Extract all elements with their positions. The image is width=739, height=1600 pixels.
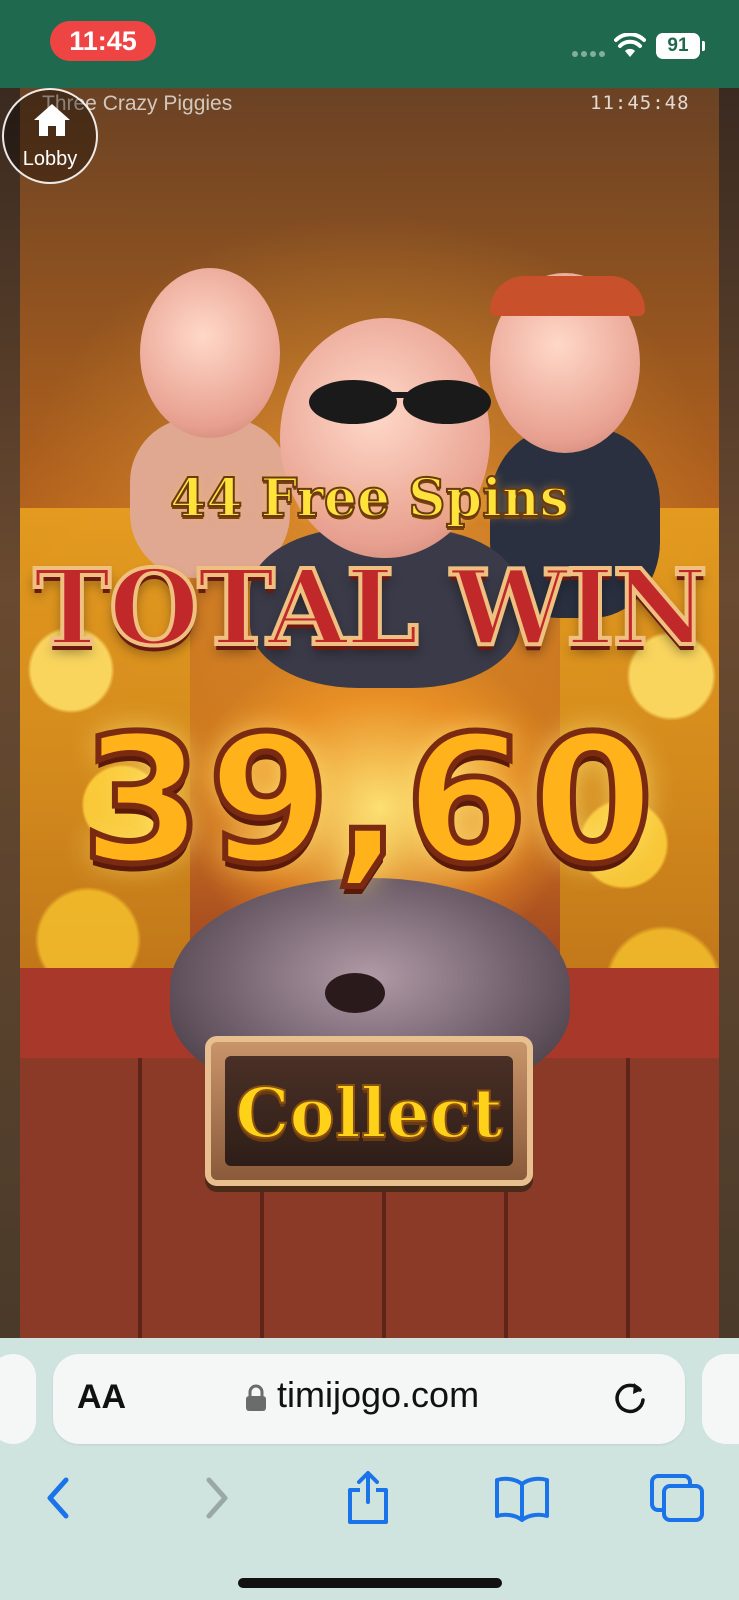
phone-screen: 11:45 91 Three Crazy Piggies 11:45:48 Lo…: [0, 0, 739, 1600]
collect-button-plate: Collect: [225, 1056, 513, 1166]
home-icon: [34, 104, 70, 136]
url-text: timijogo.com: [277, 1374, 480, 1415]
cellular-signal-icon: [572, 51, 606, 57]
lobby-button[interactable]: Lobby: [2, 88, 98, 184]
collect-button[interactable]: Collect: [205, 1036, 533, 1186]
text-size-button[interactable]: AA: [77, 1378, 126, 1418]
next-tab-preview[interactable]: [702, 1354, 739, 1444]
status-bar: 11:45 91: [0, 0, 739, 88]
previous-tab-preview[interactable]: [0, 1354, 36, 1444]
text-size-label: AA: [77, 1378, 127, 1416]
lobby-label: Lobby: [22, 148, 78, 170]
wifi-icon: [614, 33, 646, 57]
book-icon[interactable]: [492, 1470, 552, 1526]
home-indicator[interactable]: [238, 1578, 502, 1588]
tabs-icon[interactable]: [648, 1470, 708, 1526]
game-clock: 11:45:48: [590, 92, 690, 114]
game-viewport: Three Crazy Piggies 11:45:48 Lobby 44 Fr…: [0, 88, 739, 1338]
browser-address-area: AA timijogo.com: [0, 1338, 739, 1450]
sunglasses-icon: [309, 380, 491, 424]
lock-icon: [246, 1384, 266, 1411]
wolf-nose: [325, 973, 385, 1013]
free-spins-text: 44 Free Spins: [169, 467, 570, 530]
collect-label: Collect: [234, 1073, 503, 1155]
pig-bandana: [490, 276, 645, 316]
chevron-right-icon[interactable]: [185, 1470, 245, 1526]
chevron-left-icon[interactable]: [30, 1470, 90, 1526]
status-time: 11:45: [50, 21, 156, 61]
win-amount: 39,60: [78, 695, 658, 906]
reload-icon[interactable]: [610, 1378, 650, 1418]
battery-indicator: 91: [656, 33, 705, 59]
browser-toolbar: [0, 1450, 739, 1600]
pig-left-character: [140, 268, 280, 438]
total-win-title: TOTAL WIN: [31, 544, 709, 671]
address-bar[interactable]: AA timijogo.com: [53, 1354, 685, 1444]
share-icon[interactable]: [338, 1470, 398, 1526]
